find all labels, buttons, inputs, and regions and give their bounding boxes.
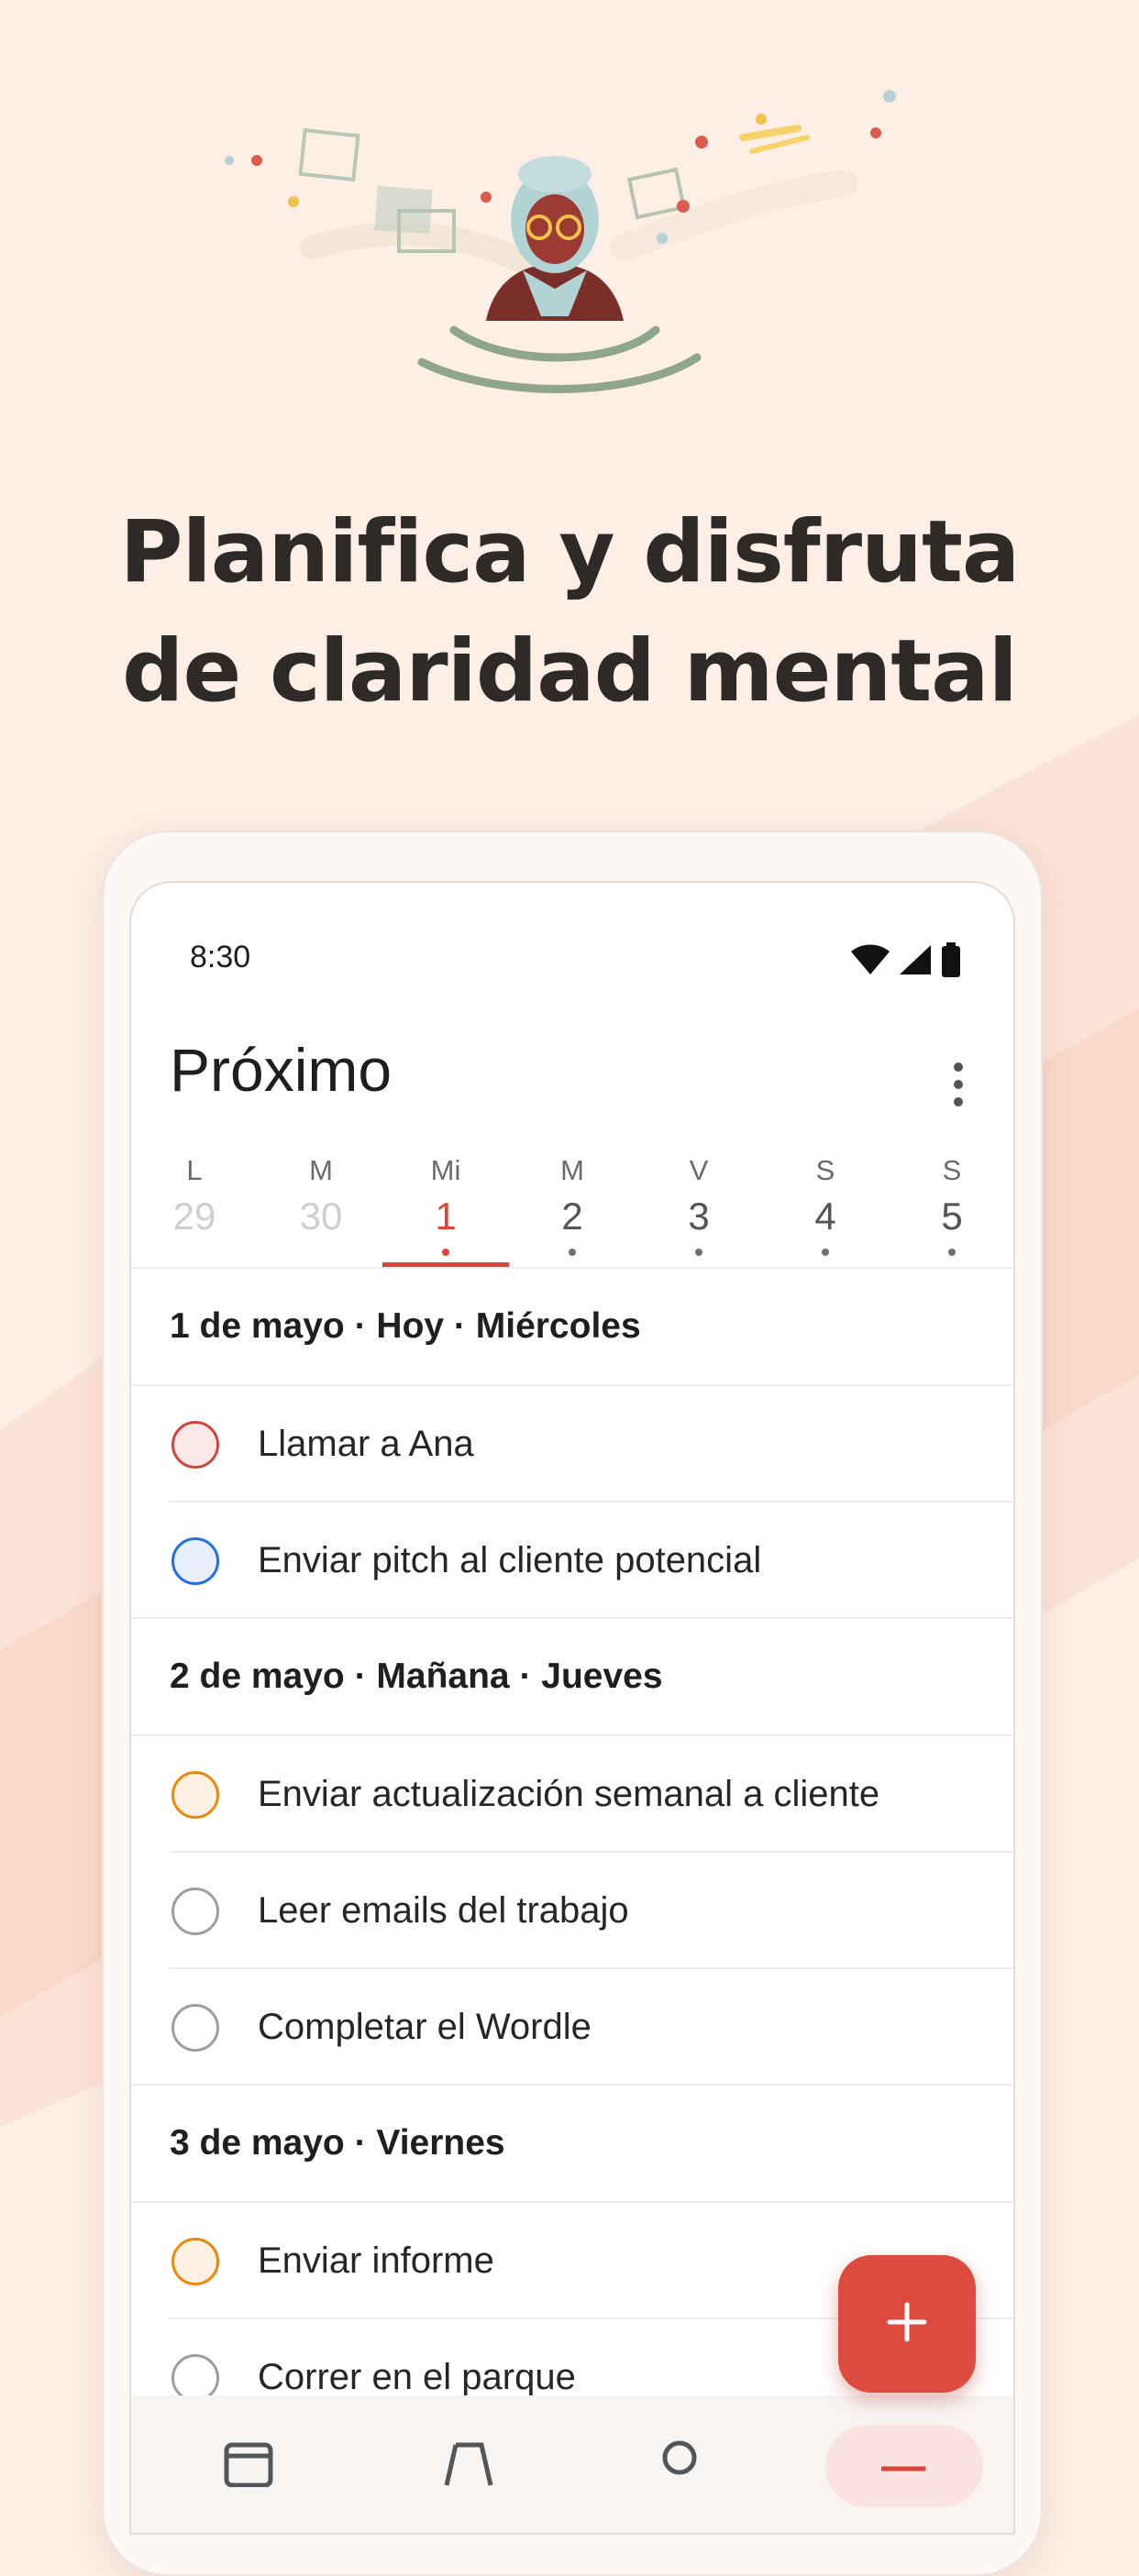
hero-illustration: [202, 83, 917, 413]
task-item[interactable]: Enviar pitch al cliente potencial: [131, 1503, 1013, 1619]
filters-icon: [443, 2432, 494, 2505]
task-checkbox[interactable]: [171, 1420, 219, 1469]
headline-line-1: Planifica y disfruta: [119, 502, 1021, 602]
day-s-4[interactable]: S 4: [762, 1149, 889, 1266]
task-item[interactable]: Enviar actualización semanal a cliente: [131, 1736, 1013, 1853]
more-vert-icon: [954, 1062, 963, 1072]
day-letter: V: [689, 1154, 709, 1186]
day-task-dot: [569, 1249, 576, 1256]
day-s-5[interactable]: S 5: [889, 1149, 1013, 1266]
day-number: 5: [941, 1194, 963, 1238]
day-number: 4: [814, 1194, 836, 1238]
signal-icon: [898, 943, 933, 981]
calendar-icon: [223, 2432, 274, 2505]
task-item[interactable]: Leer emails del trabajo: [131, 1853, 1013, 1969]
day-mi-1[interactable]: Mi 1: [382, 1149, 509, 1266]
section-header-today: 1 de mayo · Hoy · Miércoles: [131, 1269, 1013, 1386]
battery-icon: [940, 941, 962, 983]
day-task-dot: [442, 1249, 449, 1256]
task-label: Enviar actualización semanal a cliente: [258, 1774, 880, 1814]
headline: Planifica y disfruta de claridad mental: [0, 493, 1139, 732]
plus-icon: [886, 2301, 928, 2348]
task-checkbox[interactable]: [171, 2237, 219, 2285]
task-label: Llamar a Ana: [258, 1424, 474, 1464]
day-letter: S: [942, 1154, 962, 1186]
section-header-tomorrow: 2 de mayo · Mañana · Jueves: [131, 1619, 1013, 1736]
day-number: 1: [435, 1194, 457, 1238]
section-header-friday: 3 de mayo · Viernes: [131, 2086, 1013, 2203]
task-checkbox[interactable]: [171, 1887, 219, 1935]
status-icons: [850, 941, 962, 983]
nav-filters[interactable]: [432, 2432, 505, 2505]
day-letter: S: [815, 1154, 835, 1186]
page-title: Próximo: [170, 1036, 393, 1104]
day-letter: Mi: [430, 1154, 461, 1186]
bottom-navigation: [131, 2395, 1013, 2533]
task-checkbox[interactable]: [171, 2353, 219, 2402]
add-task-button[interactable]: [838, 2255, 976, 2393]
task-label: Enviar pitch al cliente potencial: [258, 1540, 762, 1580]
day-m-30[interactable]: M 30: [258, 1149, 384, 1266]
day-task-dot: [948, 1249, 956, 1256]
headline-line-2: de claridad mental: [122, 622, 1018, 721]
nav-profile[interactable]: [643, 2432, 716, 2505]
task-checkbox[interactable]: [171, 1770, 219, 1819]
task-label: Enviar informe: [258, 2240, 494, 2281]
day-m-2[interactable]: M 2: [509, 1149, 636, 1266]
nav-browse[interactable]: [867, 2432, 940, 2505]
day-task-dot: [695, 1249, 702, 1256]
day-number: 29: [172, 1194, 216, 1238]
day-letter: M: [309, 1154, 333, 1186]
day-task-dot: [822, 1249, 829, 1256]
day-letter: L: [186, 1154, 203, 1186]
day-letter: M: [560, 1154, 584, 1186]
task-label: Correr en el parque: [258, 2357, 576, 2397]
nav-upcoming[interactable]: [212, 2432, 285, 2505]
task-checkbox[interactable]: [171, 1536, 219, 1585]
day-number: 2: [561, 1194, 583, 1238]
profile-icon: [654, 2432, 705, 2505]
week-strip: L 29 M 30 Mi 1 M 2 V 3 S 4 S 5: [131, 1149, 1013, 1268]
wifi-icon: [850, 943, 890, 981]
status-time: 8:30: [190, 940, 251, 974]
task-item[interactable]: Completar el Wordle: [131, 1969, 1013, 2086]
day-v-3[interactable]: V 3: [636, 1149, 762, 1266]
day-l-29[interactable]: L 29: [131, 1149, 258, 1266]
task-item[interactable]: Llamar a Ana: [131, 1386, 1013, 1503]
menu-icon: [878, 2432, 929, 2505]
task-checkbox[interactable]: [171, 2003, 219, 2052]
task-label: Completar el Wordle: [258, 2007, 592, 2047]
day-number: 3: [688, 1194, 710, 1238]
day-number: 30: [299, 1194, 343, 1238]
more-options-button[interactable]: [940, 1048, 977, 1121]
task-label: Leer emails del trabajo: [258, 1890, 629, 1931]
status-bar: 8:30: [131, 883, 1013, 1029]
